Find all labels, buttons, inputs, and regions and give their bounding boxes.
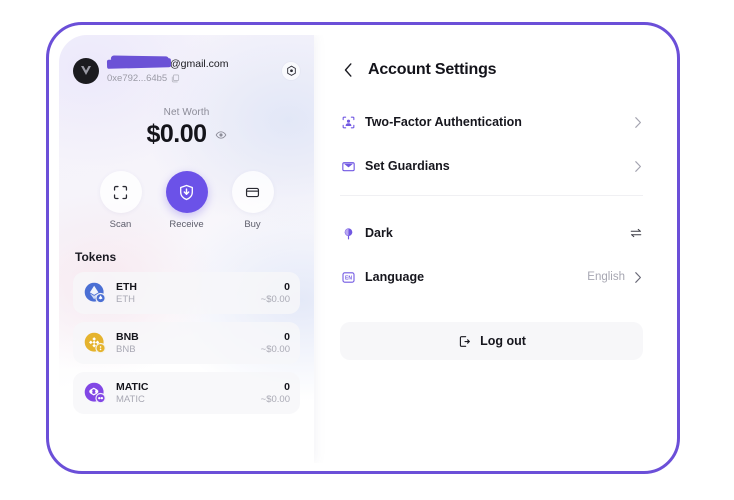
account-email: xxxxxxxxxxxx@gmail.com (106, 57, 282, 71)
action-scan-label: Scan (109, 219, 132, 230)
token-fiat: ~$0.00 (260, 393, 290, 405)
token-names: ETH ETH (116, 281, 261, 306)
card-icon (245, 187, 260, 197)
page-title: Account Settings (368, 61, 497, 78)
theme-icon (340, 225, 356, 241)
token-amount: 0 (284, 380, 290, 393)
settings-divider (340, 195, 643, 196)
setting-label: Language (365, 270, 425, 284)
token-values: 0 ~$0.00 (261, 381, 290, 406)
net-worth-section: Net Worth $0.00 (59, 107, 314, 149)
net-worth-label: Net Worth (163, 107, 210, 118)
setting-label: Dark (365, 226, 393, 240)
language-icon: EN (340, 269, 356, 285)
account-email-text: @gmail.com (170, 57, 229, 70)
action-scan[interactable]: Scan (99, 171, 142, 230)
action-receive-button[interactable] (165, 171, 208, 213)
logout-button[interactable]: Log out (340, 322, 643, 360)
token-symbol: BNB (116, 330, 139, 343)
bnb-icon (84, 332, 106, 354)
chevron-right-icon[interactable] (633, 159, 643, 173)
chevron-left-icon (344, 63, 352, 77)
logout-icon (459, 335, 470, 347)
setting-row-two-factor-authentication[interactable]: Two-Factor Authentication (340, 107, 643, 137)
token-list: ETH ETH 0 ~$0.00 BNB BNB 0 ~$0.00 MATIC … (59, 264, 314, 414)
net-worth-value: $0.00 (146, 120, 207, 148)
svg-text:EN: EN (345, 275, 352, 281)
token-symbol: ETH (116, 280, 137, 293)
avatar-icon (81, 66, 91, 75)
logout-label: Log out (480, 334, 526, 348)
setting-row-dark[interactable]: Dark (340, 218, 643, 248)
setting-row-set-guardians[interactable]: Set Guardians (340, 151, 643, 181)
scan-icon (113, 185, 128, 199)
token-symbol: MATIC (116, 380, 149, 393)
token-names: MATIC MATIC (116, 381, 261, 406)
setting-label: Set Guardians (365, 159, 450, 173)
token-values: 0 ~$0.00 (261, 331, 290, 356)
copy-icon[interactable] (171, 73, 180, 83)
action-scan-button[interactable] (99, 171, 142, 213)
app-window: xxxxxxxxxxxx@gmail.com 0xe792...64b5 (59, 35, 669, 463)
quick-actions: Scan Receive Buy (59, 171, 314, 230)
back-button[interactable] (340, 61, 356, 79)
chevron-right-icon[interactable] (633, 270, 643, 284)
setting-label: Two-Factor Authentication (365, 115, 522, 129)
account-address: 0xe792...64b5 (107, 72, 168, 84)
gear-icon (286, 65, 296, 76)
net-worth-row: $0.00 (59, 120, 314, 149)
token-row[interactable]: ETH ETH 0 ~$0.00 (73, 272, 300, 314)
eye-icon[interactable] (215, 129, 227, 141)
action-receive-label: Receive (169, 219, 204, 230)
settings-header: Account Settings (340, 61, 643, 79)
token-name: MATIC (116, 393, 145, 405)
account-settings-panel: Account Settings Two-Factor Authenticati… (314, 35, 669, 463)
setting-row-language[interactable]: EN Language English (340, 262, 643, 292)
token-fiat: ~$0.00 (260, 293, 290, 305)
action-buy-label: Buy (244, 219, 261, 230)
token-row[interactable]: MATIC MATIC 0 ~$0.00 (73, 372, 300, 414)
action-buy[interactable]: Buy (231, 171, 274, 230)
token-name: BNB (116, 343, 136, 355)
token-amount: 0 (284, 330, 290, 343)
account-address-row[interactable]: 0xe792...64b5 (107, 72, 282, 85)
token-amount: 0 (284, 280, 290, 293)
tokens-title: Tokens (75, 250, 117, 264)
receive-icon (180, 184, 193, 200)
device-frame: xxxxxxxxxxxx@gmail.com 0xe792...64b5 (46, 22, 680, 474)
token-values: 0 ~$0.00 (261, 281, 290, 306)
email-redaction (106, 57, 172, 69)
toggle-swap-icon[interactable] (629, 226, 643, 240)
chevron-right-icon[interactable] (633, 115, 643, 129)
language-value: English (587, 271, 625, 283)
settings-button[interactable] (282, 62, 300, 80)
matic-icon (84, 382, 106, 404)
eth-icon (84, 282, 106, 304)
action-buy-button[interactable] (231, 171, 274, 213)
account-header: xxxxxxxxxxxx@gmail.com 0xe792...64b5 (59, 35, 314, 91)
two-factor-icon (340, 114, 356, 130)
avatar (73, 58, 99, 84)
action-receive[interactable]: Receive (165, 171, 208, 230)
token-name: ETH (116, 293, 135, 305)
guardians-icon (340, 158, 356, 174)
wallet-panel: xxxxxxxxxxxx@gmail.com 0xe792...64b5 (59, 35, 314, 463)
token-names: BNB BNB (116, 331, 261, 356)
account-identity: xxxxxxxxxxxx@gmail.com 0xe792...64b5 (106, 57, 282, 85)
token-fiat: ~$0.00 (260, 343, 290, 355)
token-row[interactable]: BNB BNB 0 ~$0.00 (73, 322, 300, 364)
